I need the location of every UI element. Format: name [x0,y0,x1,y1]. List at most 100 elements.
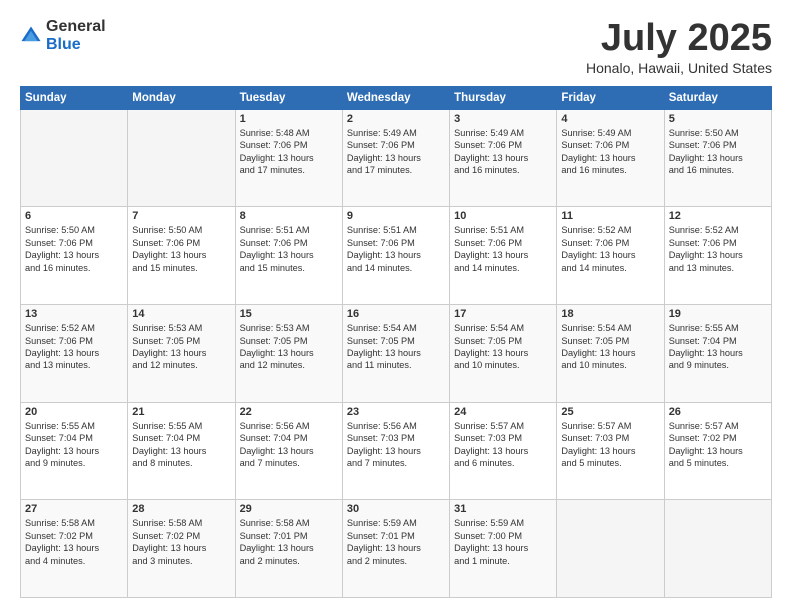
day-info: Sunrise: 5:56 AM Sunset: 7:03 PM Dayligh… [347,420,445,470]
calendar-cell: 24 Sunrise: 5:57 AM Sunset: 7:03 PM Dayli… [450,402,557,500]
day-info: Sunrise: 5:51 AM Sunset: 7:06 PM Dayligh… [240,224,338,274]
day-info: Sunrise: 5:51 AM Sunset: 7:06 PM Dayligh… [347,224,445,274]
calendar-header-friday: Friday [557,86,664,109]
calendar-cell: 4Sunrise: 5:49 AM Sunset: 7:06 PM Daylig… [557,109,664,207]
calendar-week-row: 27 Sunrise: 5:58 AM Sunset: 7:02 PM Dayli… [21,500,772,598]
day-number: 16 [347,308,445,320]
calendar-cell: 6 Sunrise: 5:50 AM Sunset: 7:06 PM Daylig… [21,207,128,305]
calendar-header-monday: Monday [128,86,235,109]
day-info: Sunrise: 5:57 AM Sunset: 7:03 PM Dayligh… [454,420,552,470]
calendar-cell: 10 Sunrise: 5:51 AM Sunset: 7:06 PM Dayli… [450,207,557,305]
calendar-cell: 19 Sunrise: 5:55 AM Sunset: 7:04 PM Dayli… [664,305,771,403]
day-info: Sunrise: 5:48 AM Sunset: 7:06 PM Dayligh… [240,127,338,177]
day-number: 19 [669,308,767,320]
calendar-cell: 15Sunrise: 5:53 AM Sunset: 7:05 PM Dayli… [235,305,342,403]
day-number: 8 [240,210,338,222]
calendar-week-row: 20Sunrise: 5:55 AM Sunset: 7:04 PM Dayli… [21,402,772,500]
day-info: Sunrise: 5:53 AM Sunset: 7:05 PM Dayligh… [132,322,230,372]
day-info: Sunrise: 5:54 AM Sunset: 7:05 PM Dayligh… [347,322,445,372]
calendar-table: SundayMondayTuesdayWednesdayThursdayFrid… [20,86,772,598]
day-number: 9 [347,210,445,222]
day-number: 5 [669,113,767,125]
day-info: Sunrise: 5:54 AM Sunset: 7:05 PM Dayligh… [561,322,659,372]
calendar-header-thursday: Thursday [450,86,557,109]
calendar-header-row: SundayMondayTuesdayWednesdayThursdayFrid… [21,86,772,109]
calendar-header-tuesday: Tuesday [235,86,342,109]
calendar-week-row: 13 Sunrise: 5:52 AM Sunset: 7:06 PM Dayli… [21,305,772,403]
day-number: 17 [454,308,552,320]
day-info: Sunrise: 5:53 AM Sunset: 7:05 PM Dayligh… [240,322,338,372]
day-number: 22 [240,406,338,418]
day-number: 28 [132,503,230,515]
day-info: Sunrise: 5:51 AM Sunset: 7:06 PM Dayligh… [454,224,552,274]
calendar-cell: 21Sunrise: 5:55 AM Sunset: 7:04 PM Dayli… [128,402,235,500]
day-number: 13 [25,308,123,320]
calendar-cell: 28 Sunrise: 5:58 AM Sunset: 7:02 PM Dayli… [128,500,235,598]
day-info: Sunrise: 5:55 AM Sunset: 7:04 PM Dayligh… [669,322,767,372]
day-number: 10 [454,210,552,222]
calendar-cell: 13 Sunrise: 5:52 AM Sunset: 7:06 PM Dayli… [21,305,128,403]
day-number: 31 [454,503,552,515]
title-block: July 2025 Honalo, Hawaii, United States [586,18,772,76]
calendar-cell: 18 Sunrise: 5:54 AM Sunset: 7:05 PM Dayli… [557,305,664,403]
day-info: Sunrise: 5:52 AM Sunset: 7:06 PM Dayligh… [561,224,659,274]
day-info: Sunrise: 5:55 AM Sunset: 7:04 PM Dayligh… [132,420,230,470]
logo-text: General Blue [46,18,106,54]
day-number: 26 [669,406,767,418]
logo: General Blue [20,18,106,54]
calendar-cell [128,109,235,207]
calendar-cell [664,500,771,598]
day-number: 24 [454,406,552,418]
calendar-week-row: 1 Sunrise: 5:48 AM Sunset: 7:06 PM Daylig… [21,109,772,207]
calendar-header-sunday: Sunday [21,86,128,109]
logo-icon [20,25,42,47]
calendar-cell: 30 Sunrise: 5:59 AM Sunset: 7:01 PM Dayli… [342,500,449,598]
calendar-cell: 23 Sunrise: 5:56 AM Sunset: 7:03 PM Dayli… [342,402,449,500]
day-number: 14 [132,308,230,320]
calendar-cell: 17 Sunrise: 5:54 AM Sunset: 7:05 PM Dayli… [450,305,557,403]
calendar-cell: 16 Sunrise: 5:54 AM Sunset: 7:05 PM Dayli… [342,305,449,403]
day-info: Sunrise: 5:58 AM Sunset: 7:02 PM Dayligh… [132,517,230,567]
header: General Blue July 2025 Honalo, Hawaii, U… [20,18,772,76]
day-info: Sunrise: 5:54 AM Sunset: 7:05 PM Dayligh… [454,322,552,372]
calendar-cell: 26 Sunrise: 5:57 AM Sunset: 7:02 PM Dayli… [664,402,771,500]
calendar-cell: 1 Sunrise: 5:48 AM Sunset: 7:06 PM Daylig… [235,109,342,207]
logo-general: General [46,18,106,35]
day-info: Sunrise: 5:59 AM Sunset: 7:00 PM Dayligh… [454,517,552,567]
calendar-cell: 9 Sunrise: 5:51 AM Sunset: 7:06 PM Daylig… [342,207,449,305]
calendar-cell: 2 Sunrise: 5:49 AM Sunset: 7:06 PM Daylig… [342,109,449,207]
day-number: 23 [347,406,445,418]
page: General Blue July 2025 Honalo, Hawaii, U… [0,0,792,612]
day-info: Sunrise: 5:50 AM Sunset: 7:06 PM Dayligh… [25,224,123,274]
day-number: 11 [561,210,659,222]
day-number: 27 [25,503,123,515]
day-number: 12 [669,210,767,222]
day-info: Sunrise: 5:57 AM Sunset: 7:02 PM Dayligh… [669,420,767,470]
day-number: 18 [561,308,659,320]
day-number: 25 [561,406,659,418]
day-info: Sunrise: 5:49 AM Sunset: 7:06 PM Dayligh… [347,127,445,177]
calendar-cell: 12 Sunrise: 5:52 AM Sunset: 7:06 PM Dayli… [664,207,771,305]
calendar-cell: 25Sunrise: 5:57 AM Sunset: 7:03 PM Dayli… [557,402,664,500]
day-number: 6 [25,210,123,222]
calendar-cell: 5 Sunrise: 5:50 AM Sunset: 7:06 PM Daylig… [664,109,771,207]
day-info: Sunrise: 5:55 AM Sunset: 7:04 PM Dayligh… [25,420,123,470]
day-info: Sunrise: 5:52 AM Sunset: 7:06 PM Dayligh… [25,322,123,372]
day-info: Sunrise: 5:56 AM Sunset: 7:04 PM Dayligh… [240,420,338,470]
calendar-cell: 7Sunrise: 5:50 AM Sunset: 7:06 PM Daylig… [128,207,235,305]
calendar-cell: 20Sunrise: 5:55 AM Sunset: 7:04 PM Dayli… [21,402,128,500]
calendar-cell: 14 Sunrise: 5:53 AM Sunset: 7:05 PM Dayli… [128,305,235,403]
day-number: 2 [347,113,445,125]
day-info: Sunrise: 5:58 AM Sunset: 7:02 PM Dayligh… [25,517,123,567]
day-number: 1 [240,113,338,125]
day-info: Sunrise: 5:52 AM Sunset: 7:06 PM Dayligh… [669,224,767,274]
calendar-cell: 27 Sunrise: 5:58 AM Sunset: 7:02 PM Dayli… [21,500,128,598]
calendar-cell: 3Sunrise: 5:49 AM Sunset: 7:06 PM Daylig… [450,109,557,207]
day-info: Sunrise: 5:58 AM Sunset: 7:01 PM Dayligh… [240,517,338,567]
day-info: Sunrise: 5:49 AM Sunset: 7:06 PM Dayligh… [454,127,552,177]
calendar-cell [21,109,128,207]
day-info: Sunrise: 5:50 AM Sunset: 7:06 PM Dayligh… [669,127,767,177]
day-number: 30 [347,503,445,515]
day-number: 4 [561,113,659,125]
day-info: Sunrise: 5:59 AM Sunset: 7:01 PM Dayligh… [347,517,445,567]
